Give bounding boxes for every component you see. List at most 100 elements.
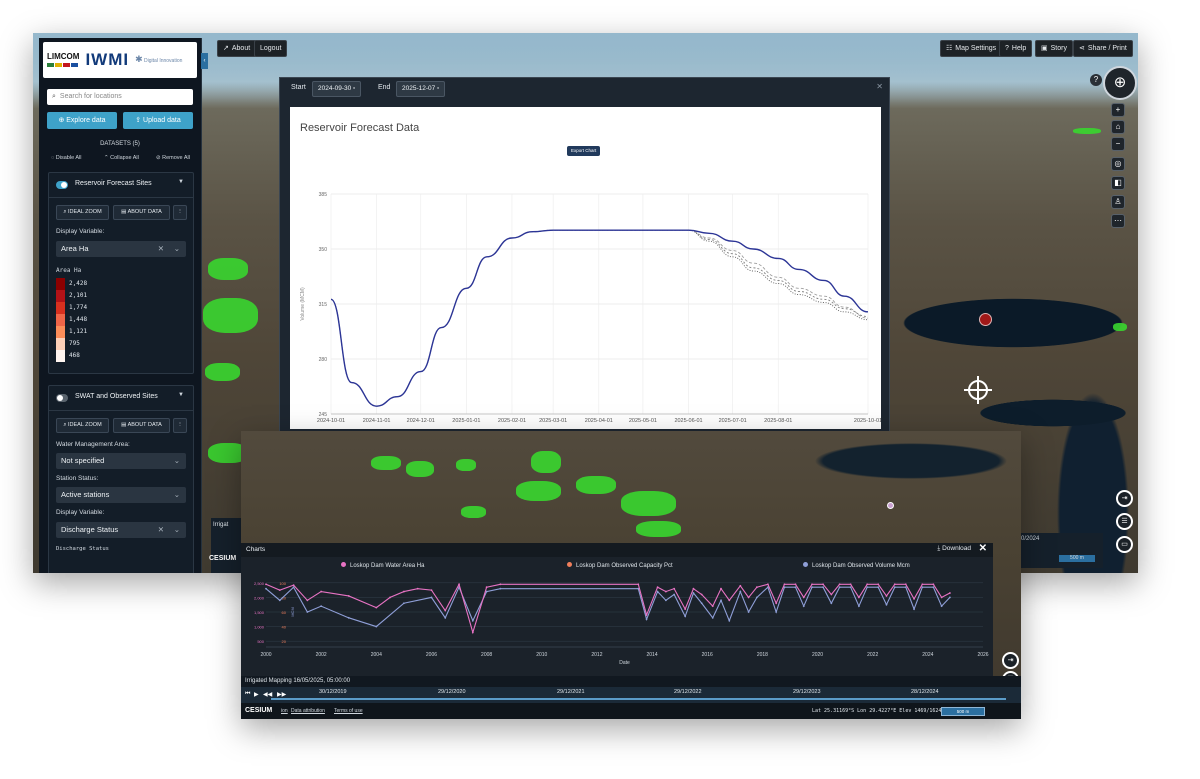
map-settings-button[interactable]: ☷ Map Settings [940,40,1003,57]
display-variable-select[interactable]: Discharge Status ✕ ⌄ [56,522,186,538]
split-view-icon[interactable]: ◧ [1111,176,1125,190]
legend-row: 795 [56,338,116,350]
about-data-button[interactable]: ▤ ABOUT DATA [113,418,170,433]
share-print-button[interactable]: ⋖ Share / Print [1073,40,1133,57]
timeline[interactable]: ⏮ ▶ ◀◀ ▶▶ 30/12/2019 29/12/2020 29/12/2021… [241,687,1021,703]
irrigated-field [531,451,561,473]
data-point [444,609,447,612]
layer-toggle[interactable] [56,181,68,189]
chevron-down-icon[interactable]: ▼ [178,179,184,185]
collapse-all-button[interactable]: ⌃ Collapse All [104,155,139,161]
legend-capacity-pct[interactable]: Loskop Dam Observed Capacity Pct [567,562,673,569]
reservoir-site-marker[interactable] [979,313,992,326]
close-icon[interactable]: ✕ [979,543,987,554]
irrigated-field [406,461,434,477]
start-date-input[interactable]: 2024-09-30 ▫ [312,81,362,97]
story-button[interactable]: ▣ Story [1035,40,1073,57]
display-variable-label: Display Variable: [56,228,105,235]
explore-data-label: Explore data [66,117,106,124]
export-chart-button[interactable]: Export Chart [567,146,601,156]
skip-back-icon[interactable]: ⏮ [245,691,250,698]
timeline-track[interactable] [271,698,1006,700]
step-forward-icon[interactable]: ▶▶ [277,691,286,698]
legend-observed-volume[interactable]: Loskop Dam Observed Volume Mcm [803,562,910,569]
irrigated-field [621,491,676,516]
logout-button[interactable]: Logout [254,40,288,57]
zoom-out-button[interactable]: − [1111,137,1125,151]
pedestrian-icon[interactable]: ♙ [1111,195,1125,209]
display-variable-label: Display Variable: [56,509,105,516]
station-status-select[interactable]: Active stations ⌄ [56,487,186,503]
end-date-input[interactable]: 2025-12-07 ▫ [396,81,446,97]
ideal-zoom-button[interactable]: ⌕ IDEAL ZOOM [56,418,109,433]
home-icon[interactable]: ⌂ [1111,120,1125,134]
chat-icon[interactable]: ▭ [1116,536,1133,553]
x-tick-label: 2008 [481,652,492,658]
layer-toggle[interactable] [56,394,68,402]
explore-data-button[interactable]: ⊕ Explore data [47,112,117,129]
remove-all-button[interactable]: ⊘ Remove All [156,155,190,161]
data-point [775,602,778,605]
y-tick-label: 1,000 [254,625,265,630]
station-status-value: Active stations [61,490,110,499]
help-button[interactable]: ? Help [999,40,1033,57]
legend-dot [567,562,572,567]
calendar-icon: ▫ [353,85,356,92]
data-point [430,596,433,599]
data-point [940,596,943,599]
irrigated-partial-label: Irrigat [213,522,229,528]
feedback-icon[interactable]: ⇥ [1116,490,1133,507]
more-options-button[interactable]: ⋮ [173,205,187,220]
irrigated-mapping-bar: Irrigated Mapping 16/05/2025, 05:00:00 [241,676,1021,687]
legend-title: Area Ha [56,267,82,274]
zoom-in-button[interactable]: + [1111,103,1125,117]
data-point [802,605,805,608]
share-icon: ⋖ [1079,45,1085,52]
download-button[interactable]: ⤓ Download [937,545,971,553]
datasets-title: DATASETS (5) [100,141,140,147]
chevron-down-icon[interactable]: ▼ [178,392,184,398]
measure-icon[interactable]: ⋯ [1111,214,1125,228]
wma-select[interactable]: Not specified ⌄ [56,453,186,469]
more-options-button[interactable]: ⋮ [173,418,187,433]
play-icon[interactable]: ▶ [254,691,259,698]
chevron-down-icon[interactable]: ⌄ [174,241,180,257]
panel-header[interactable]: Reservoir Forecast Sites ▼ [49,173,193,198]
about-data-button[interactable]: ▤ ABOUT DATA [113,205,170,220]
x-tick-label: 2025-03-01 [539,418,567,424]
legend-row: 468 [56,350,116,362]
ideal-zoom-button[interactable]: ⌕ IDEAL ZOOM [56,205,109,220]
step-back-icon[interactable]: ◀◀ [263,691,272,698]
irrigated-field [208,258,248,280]
x-tick-label: 2025-10-01 [854,418,881,424]
search-input[interactable]: ⌕ Search for locations [47,89,193,105]
display-variable-select[interactable]: Area Ha ✕ ⌄ [56,241,186,257]
disable-all-button[interactable]: ◌ Disable All [51,155,81,161]
legend-value: 468 [69,352,80,359]
feedback-icon[interactable]: ⇥ [1002,652,1019,669]
upload-data-button[interactable]: ⇪ Upload data [123,112,193,129]
chevron-down-icon[interactable]: ⌄ [174,487,180,503]
chevron-down-icon[interactable]: ⌄ [174,522,180,538]
terms-of-use-link[interactable]: Terms of use [334,708,363,714]
story-side-icon[interactable]: ☰ [1116,513,1133,530]
y-tick-label: 500 [257,639,264,644]
clear-icon[interactable]: ✕ [158,241,164,257]
series-line-control [330,229,869,407]
legend-row: 1,121 [56,326,116,338]
close-icon[interactable]: ✕ [876,82,883,91]
clear-icon[interactable]: ✕ [158,522,164,538]
about-button[interactable]: ↗ About [217,40,257,57]
panel-header[interactable]: SWAT and Observed Sites ▼ [49,386,193,411]
locate-icon[interactable]: ◎ [1111,157,1125,171]
legend-value: 2,101 [69,292,88,299]
data-attribution-link[interactable]: Data attribution [291,708,325,714]
collapse-sidebar-button[interactable]: ‹ [201,53,208,69]
ion-link[interactable]: ion [281,708,288,714]
compass-navigation-icon[interactable]: ⊕ [1103,66,1137,100]
legend-water-area[interactable]: Loskop Dam Water Area Ha [341,562,424,569]
point-marker[interactable] [887,502,894,509]
map-help-icon[interactable]: ? [1090,74,1102,86]
data-point [885,595,888,597]
chevron-down-icon[interactable]: ⌄ [174,453,180,469]
